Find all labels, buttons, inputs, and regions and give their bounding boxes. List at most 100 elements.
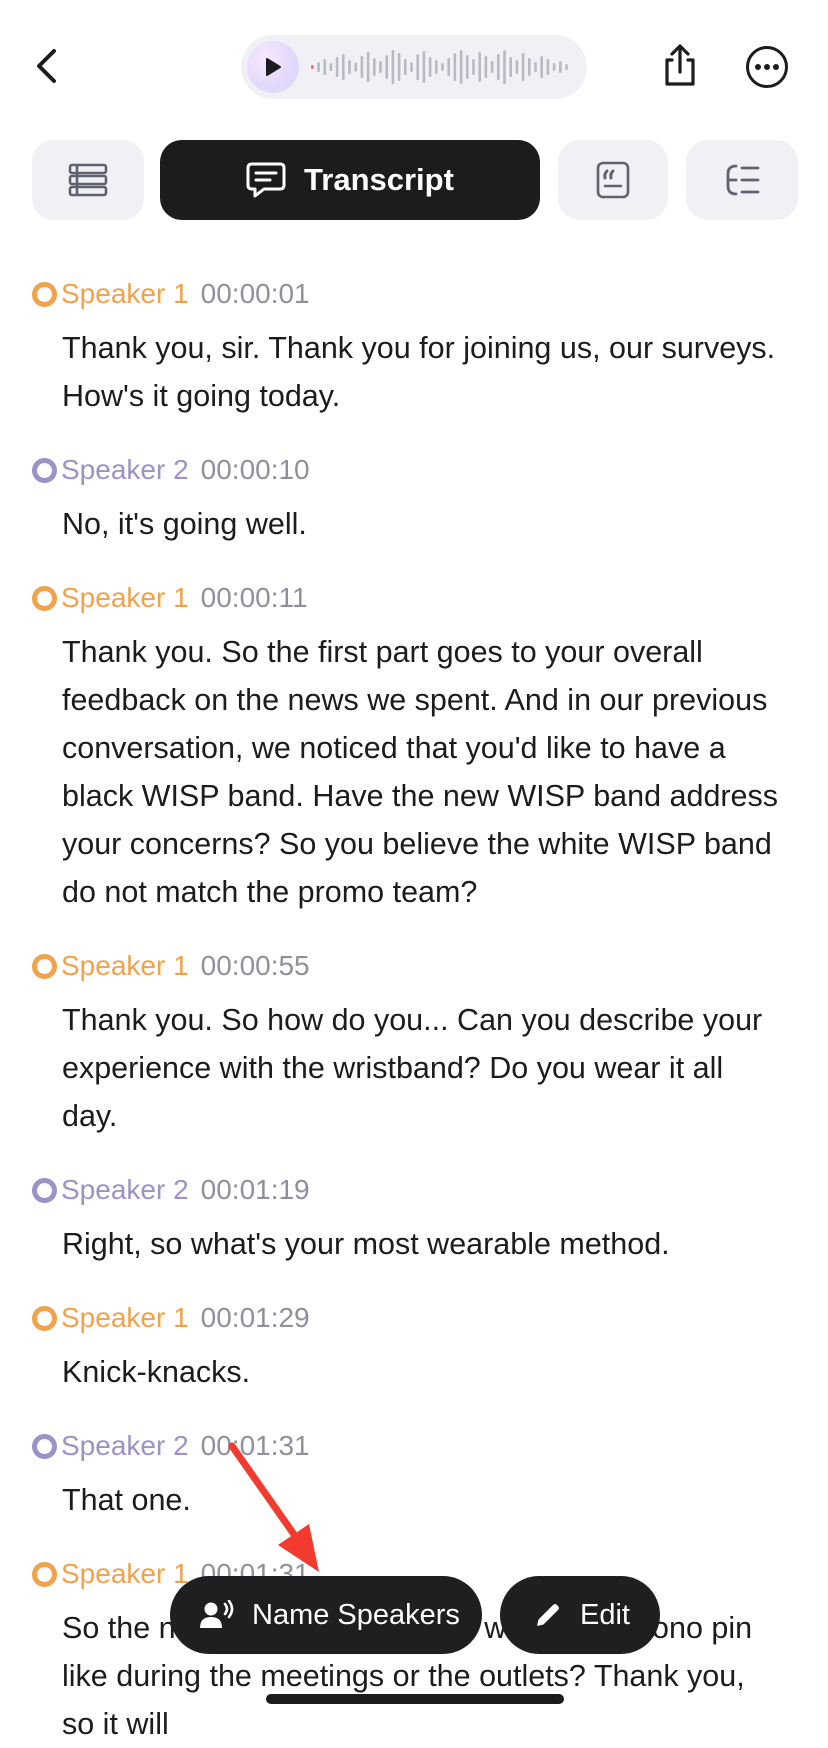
- waveform-bar: [540, 56, 543, 78]
- speaker-dot-icon: [32, 281, 57, 307]
- tab-outline[interactable]: [686, 140, 798, 220]
- speaker-dot-icon: [32, 953, 57, 979]
- waveform-bar: [435, 60, 438, 74]
- speaker-name[interactable]: Speaker 1: [61, 1302, 189, 1334]
- entry-meta: Speaker 2 00:01:19: [32, 1170, 310, 1210]
- waveform-bar: [410, 62, 413, 72]
- waveform-bar: [348, 60, 351, 74]
- speaker-dot-icon: [32, 1305, 57, 1331]
- speaker-name[interactable]: Speaker 2: [61, 1430, 189, 1462]
- waveform-bar: [490, 61, 494, 73]
- waveform-bar: [416, 54, 419, 80]
- tab-overview[interactable]: [32, 140, 144, 220]
- entry-meta: Speaker 1 00:01:29: [32, 1298, 310, 1338]
- entry-meta: Speaker 1 00:00:11: [32, 578, 308, 618]
- entry-text: Thank you. So how do you... Can you desc…: [62, 1003, 763, 1133]
- entry-text: Knick-knacks.: [62, 1355, 251, 1389]
- waveform-bar: [391, 50, 395, 84]
- top-bar: [0, 0, 828, 130]
- speaker-name[interactable]: Speaker 1: [61, 950, 189, 982]
- waveform-bar: [354, 62, 357, 72]
- audio-player[interactable]: [241, 35, 587, 99]
- home-indicator: [266, 1694, 564, 1704]
- waveform-bar: [472, 59, 475, 75]
- entry-text: Right, so what's your most wearable meth…: [62, 1227, 670, 1261]
- waveform-bar: [546, 59, 550, 75]
- waveform-bar: [447, 58, 450, 76]
- timestamp[interactable]: 00:00:11: [201, 582, 308, 614]
- speaker-name[interactable]: Speaker 1: [61, 278, 189, 310]
- waveform-bar: [534, 62, 537, 72]
- speaker-name[interactable]: Speaker 1: [61, 582, 189, 614]
- list-icon: [68, 163, 108, 197]
- waveform-bar: [311, 65, 314, 69]
- waveform-bar: [397, 53, 401, 81]
- timestamp[interactable]: 00:00:10: [201, 454, 310, 486]
- waveform-bar: [385, 55, 388, 79]
- waveform-bar: [360, 56, 364, 78]
- chevron-left-icon: [37, 49, 56, 83]
- waveform-bar: [515, 60, 519, 74]
- waveform-bar: [335, 57, 339, 77]
- waveform-bar: [373, 58, 376, 76]
- waveform-bar: [317, 62, 320, 72]
- waveform-bar: [509, 57, 512, 77]
- back-button[interactable]: [24, 44, 68, 88]
- waveform-bar: [521, 53, 525, 81]
- speaker-name[interactable]: Speaker 2: [61, 1174, 189, 1206]
- quote-icon: [596, 161, 630, 199]
- more-options-button[interactable]: [744, 44, 790, 90]
- pencil-icon: [537, 1604, 559, 1626]
- entry-text: No, it's going well.: [62, 507, 307, 541]
- tab-transcript[interactable]: Transcript: [160, 140, 540, 220]
- speaker-dot-icon: [32, 1433, 57, 1459]
- more-icon: [746, 46, 788, 88]
- entry-text: Thank you, sir. Thank you for joining us…: [62, 331, 776, 413]
- entry-meta: Speaker 1 00:00:01: [32, 274, 310, 314]
- share-button[interactable]: [656, 42, 704, 90]
- name-speakers-button[interactable]: Name Speakers: [170, 1576, 482, 1654]
- waveform-bar: [503, 50, 506, 84]
- entry-meta: Speaker 2 00:00:10: [32, 450, 310, 490]
- waveform-bar: [428, 57, 432, 77]
- speaker-dot-icon: [32, 1561, 57, 1587]
- tab-transcript-label: Transcript: [304, 162, 454, 197]
- waveform-bar: [459, 50, 463, 84]
- waveform-bar: [497, 54, 500, 80]
- timestamp[interactable]: 00:01:29: [201, 1302, 310, 1334]
- timestamp[interactable]: 00:00:55: [201, 950, 310, 982]
- speaker-dot-icon: [32, 585, 57, 611]
- waveform-bar: [329, 63, 333, 71]
- view-tabs: Transcript: [0, 140, 828, 222]
- speaker-name[interactable]: Speaker 1: [61, 1558, 189, 1590]
- timestamp[interactable]: 00:01:19: [201, 1174, 310, 1206]
- edit-button[interactable]: Edit: [500, 1576, 660, 1654]
- name-speakers-label: Name Speakers: [252, 1598, 460, 1631]
- waveform-bar: [528, 58, 531, 76]
- tab-quotes[interactable]: [558, 140, 668, 220]
- entry-text: That one.: [62, 1483, 191, 1517]
- play-button[interactable]: [247, 41, 299, 93]
- waveform-bar: [466, 55, 469, 79]
- entry-meta: Speaker 1 00:00:55: [32, 946, 310, 986]
- entry-meta: Speaker 2 00:01:31: [32, 1426, 310, 1466]
- waveform-bar: [559, 61, 562, 73]
- edit-label: Edit: [580, 1598, 630, 1631]
- share-icon: [665, 44, 695, 86]
- waveform-bar: [453, 53, 457, 81]
- waveform-bar: [366, 52, 370, 82]
- waveform-bar: [323, 59, 326, 75]
- speaker-dot-icon: [32, 457, 57, 483]
- waveform-bar: [379, 61, 382, 73]
- timestamp[interactable]: 00:01:31: [201, 1430, 310, 1462]
- waveform-bar: [422, 51, 426, 83]
- waveform-bar: [484, 56, 488, 78]
- chat-bubble-icon: [246, 162, 286, 198]
- outline-icon: [726, 164, 760, 196]
- waveform-scrubber[interactable]: [307, 45, 577, 89]
- person-voice-icon: [200, 1600, 234, 1628]
- speaker-name[interactable]: Speaker 2: [61, 454, 189, 486]
- waveform-bar: [404, 59, 407, 75]
- timestamp[interactable]: 00:00:01: [201, 278, 310, 310]
- waveform-bar: [552, 63, 556, 71]
